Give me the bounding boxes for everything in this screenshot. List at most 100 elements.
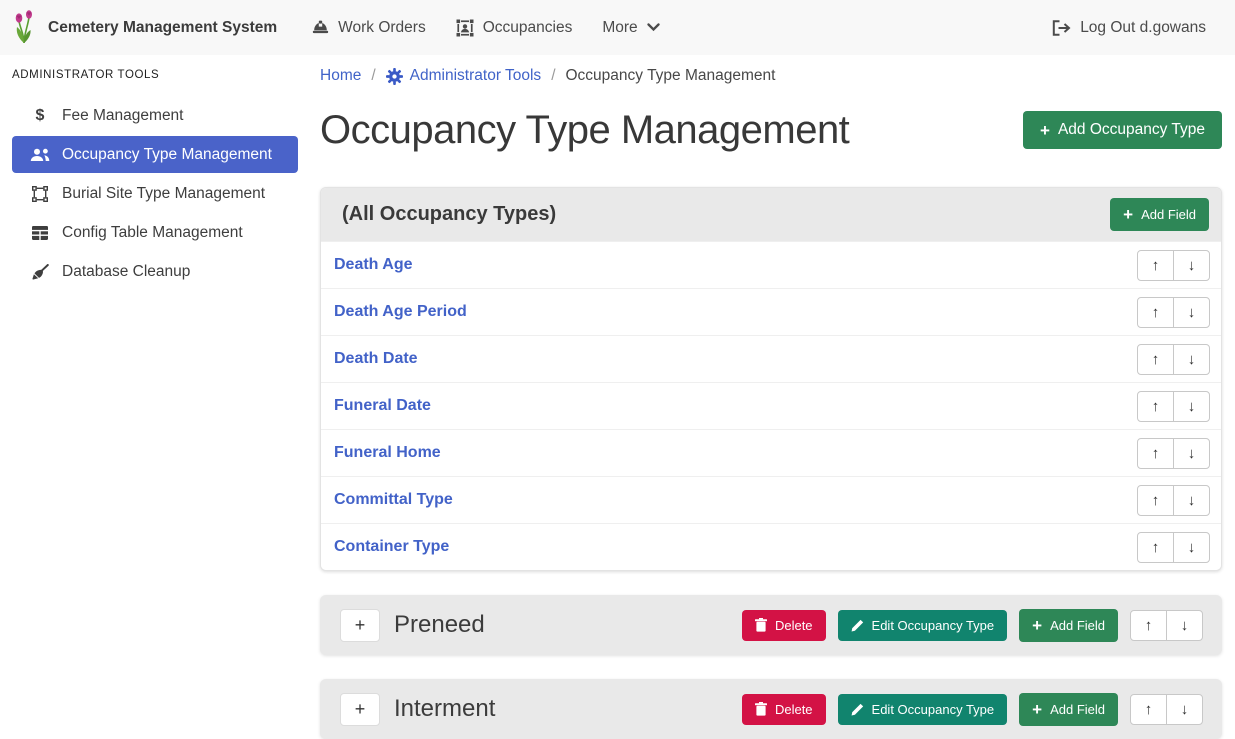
nav-more[interactable]: More [587,19,674,37]
move-down-button[interactable]: ↓ [1173,485,1210,516]
field-link[interactable]: Funeral Date [334,397,431,415]
hard-hat-icon [312,20,329,35]
all-occupancy-types-card: (All Occupancy Types) + Add Field Death … [320,187,1222,571]
nav-occupancies-label: Occupancies [483,19,573,37]
table-icon [29,226,51,240]
sidebar-item-burial-site-type-management[interactable]: Burial Site Type Management [12,175,298,212]
card-title: (All Occupancy Types) [342,203,556,226]
move-up-button[interactable]: ↑ [1137,438,1174,469]
field-row: Funeral Date ↑ ↓ [321,382,1221,429]
add-occupancy-type-label: Add Occupancy Type [1058,121,1205,139]
logout-link[interactable]: Log Out d.gowans [1037,19,1221,37]
field-row: Death Date ↑ ↓ [321,335,1221,382]
type-bar-actions: Delete Edit Occupancy Type + Add Field ↑… [742,693,1203,726]
add-occupancy-type-button[interactable]: + Add Occupancy Type [1023,111,1222,149]
sidebar-heading: ADMINISTRATOR TOOLS [0,65,310,95]
edit-occupancy-type-label: Edit Occupancy Type [872,702,995,717]
field-link[interactable]: Death Age [334,256,413,274]
plus-icon: + [1032,701,1042,718]
edit-occupancy-type-label: Edit Occupancy Type [872,618,995,633]
field-row: Death Age Period ↑ ↓ [321,288,1221,335]
nav-more-label: More [602,19,637,37]
edit-occupancy-type-button[interactable]: Edit Occupancy Type [838,610,1008,641]
field-link[interactable]: Death Age Period [334,303,467,321]
top-navbar: Cemetery Management System Work Orders O… [0,0,1235,55]
sidebar-item-occupancy-type-management[interactable]: Occupancy Type Management [12,136,298,173]
reorder-button-group: ↑ ↓ [1137,391,1210,422]
page-title: Occupancy Type Management [320,108,849,153]
add-field-button[interactable]: + Add Field [1110,198,1209,231]
reorder-button-group: ↑ ↓ [1137,344,1210,375]
move-up-button[interactable]: ↑ [1137,391,1174,422]
occupancy-type-sections: + Preneed Delete Edit [320,595,1222,739]
delete-button[interactable]: Delete [742,610,826,641]
nav-work-orders[interactable]: Work Orders [297,19,441,37]
field-link[interactable]: Death Date [334,350,418,368]
page-title-row: Occupancy Type Management + Add Occupanc… [320,99,1222,161]
move-up-button[interactable]: ↑ [1137,532,1174,563]
breadcrumb-separator: / [371,67,375,85]
breadcrumb-admin-tools-link[interactable]: Administrator Tools [386,67,542,85]
move-up-button[interactable]: ↑ [1137,250,1174,281]
reorder-button-group: ↑ ↓ [1130,694,1203,725]
sidebar: ADMINISTRATOR TOOLS $ Fee Management Occ… [0,55,310,292]
nav-work-orders-label: Work Orders [338,19,426,37]
breadcrumb-separator: / [551,67,555,85]
sidebar-item-label: Database Cleanup [62,263,190,281]
nav-occupancies[interactable]: Occupancies [441,19,588,37]
reorder-button-group: ↑ ↓ [1137,297,1210,328]
move-down-button[interactable]: ↓ [1166,694,1203,725]
type-bar-actions: Delete Edit Occupancy Type + Add Field ↑… [742,609,1203,642]
app-brand[interactable]: Cemetery Management System [48,19,277,37]
move-down-button[interactable]: ↓ [1166,610,1203,641]
move-up-button[interactable]: ↑ [1130,610,1167,641]
trash-icon [755,702,767,716]
edit-occupancy-type-button[interactable]: Edit Occupancy Type [838,694,1008,725]
occupancy-type-bar: + Interment Delete Edi [320,679,1222,739]
add-field-button[interactable]: + Add Field [1019,609,1118,642]
card-header: (All Occupancy Types) + Add Field [321,188,1221,241]
move-down-button[interactable]: ↓ [1173,391,1210,422]
reorder-button-group: ↑ ↓ [1130,610,1203,641]
field-link[interactable]: Funeral Home [334,444,441,462]
dollar-icon: $ [29,107,51,125]
occupancy-type-title: Preneed [394,611,742,639]
reorder-button-group: ↑ ↓ [1137,532,1210,563]
move-down-button[interactable]: ↓ [1173,532,1210,563]
move-up-button[interactable]: ↑ [1137,344,1174,375]
plus-icon: + [1123,206,1133,223]
field-row: Death Age ↑ ↓ [321,241,1221,288]
sidebar-item-fee-management[interactable]: $ Fee Management [12,97,298,134]
move-up-button[interactable]: ↑ [1130,694,1167,725]
gear-icon [386,68,403,85]
breadcrumb-current: Occupancy Type Management [566,67,776,85]
expand-button[interactable]: + [340,693,380,726]
expand-button[interactable]: + [340,609,380,642]
reorder-button-group: ↑ ↓ [1137,250,1210,281]
sidebar-item-label: Burial Site Type Management [62,185,265,203]
move-up-button[interactable]: ↑ [1137,485,1174,516]
add-field-label: Add Field [1050,702,1105,717]
logout-label: Log Out d.gowans [1080,19,1206,37]
field-link[interactable]: Committal Type [334,491,453,509]
add-field-button[interactable]: + Add Field [1019,693,1118,726]
add-field-label: Add Field [1050,618,1105,633]
move-down-button[interactable]: ↓ [1173,344,1210,375]
trash-icon [755,618,767,632]
add-field-label: Add Field [1141,207,1196,222]
move-down-button[interactable]: ↓ [1173,438,1210,469]
move-down-button[interactable]: ↓ [1173,250,1210,281]
move-up-button[interactable]: ↑ [1137,297,1174,328]
sidebar-item-database-cleanup[interactable]: Database Cleanup [12,253,298,290]
person-square-icon [456,19,474,37]
move-down-button[interactable]: ↓ [1173,297,1210,328]
sidebar-item-config-table-management[interactable]: Config Table Management [12,214,298,251]
users-icon [29,148,51,162]
sign-out-icon [1052,20,1071,36]
breadcrumb: Home / [320,65,1222,87]
breadcrumb-home-link[interactable]: Home [320,67,361,85]
delete-button[interactable]: Delete [742,694,826,725]
pencil-icon [851,619,864,632]
reorder-button-group: ↑ ↓ [1137,438,1210,469]
field-link[interactable]: Container Type [334,538,449,556]
